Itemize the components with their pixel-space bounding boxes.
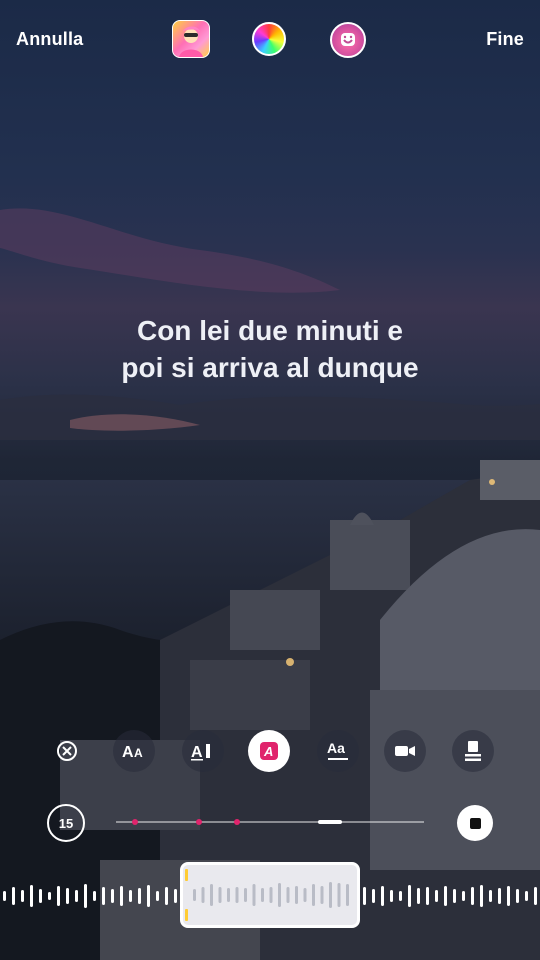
story-editor-screen: Annulla Fine Con lei due minuti e poi si… — [0, 0, 540, 960]
waveform-bar — [372, 889, 375, 903]
lyric-marker — [234, 819, 240, 825]
waveform-bar — [66, 888, 69, 904]
svg-text:A: A — [122, 744, 134, 761]
waveform-bar — [534, 887, 537, 905]
svg-text:Aa: Aa — [327, 740, 345, 756]
waveform-bar — [381, 886, 384, 906]
waveform-bar — [102, 887, 105, 905]
waveform-bar — [84, 884, 87, 908]
selection-waveform — [193, 882, 349, 908]
lyric-marker — [132, 819, 138, 825]
waveform-bar — [390, 890, 393, 902]
text-cursor-icon[interactable]: A — [182, 730, 224, 772]
waveform-bar — [138, 888, 141, 904]
waveform-bar — [30, 885, 33, 907]
waveform-bar — [129, 890, 132, 902]
waveform-bar — [235, 887, 239, 903]
waveform-bar — [57, 886, 60, 906]
waveform-bar — [444, 886, 447, 906]
waveform-bar — [3, 891, 6, 901]
waveform-bar — [269, 887, 273, 903]
album-cover-icon[interactable] — [172, 20, 210, 58]
waveform-bar — [111, 889, 114, 903]
done-button[interactable]: Fine — [486, 29, 524, 50]
waveform-bar — [12, 887, 15, 905]
layout-icon[interactable] — [452, 730, 494, 772]
waveform-bar — [165, 887, 168, 905]
waveform-bar — [227, 888, 230, 902]
lyrics-text[interactable]: Con lei due minuti e poi si arriva al du… — [0, 312, 540, 386]
waveform-bar — [120, 886, 123, 906]
text-style-icon[interactable]: Aa — [317, 730, 359, 772]
waveform-bar — [426, 887, 429, 905]
waveform-bar — [201, 887, 205, 903]
waveform-bar — [218, 887, 222, 903]
waveform-bar — [471, 887, 474, 905]
close-icon[interactable] — [46, 730, 88, 772]
waveform-bar — [516, 889, 519, 903]
waveform-bar — [147, 885, 150, 907]
waveform-bar — [399, 891, 402, 901]
waveform-bar — [261, 888, 264, 902]
waveform-bar — [156, 891, 159, 901]
svg-text:A: A — [191, 744, 203, 761]
waveform-bar — [507, 886, 510, 906]
text-color-icon[interactable]: A — [248, 730, 290, 772]
waveform-bar — [21, 890, 24, 902]
waveform-bar — [295, 886, 298, 904]
waveform-bar — [286, 887, 290, 903]
waveform-bar — [417, 888, 420, 904]
waveform-bar — [303, 888, 307, 902]
waveform-bar — [193, 889, 196, 901]
waveform-bar — [480, 885, 483, 907]
audio-selection-window[interactable] — [180, 862, 360, 928]
svg-text:A: A — [134, 746, 143, 760]
waveform-bar — [337, 883, 341, 907]
svg-text:A: A — [263, 744, 273, 759]
waveform-bar — [312, 884, 315, 906]
stop-button[interactable] — [457, 805, 493, 841]
waveform-bar — [525, 891, 528, 901]
waveform-bar — [453, 889, 456, 903]
lyric-line: poi si arriva al dunque — [121, 352, 419, 383]
waveform-bar — [252, 884, 256, 906]
camera-icon[interactable] — [384, 730, 426, 772]
waveform-bar — [498, 888, 501, 904]
timeline-playhead[interactable] — [318, 820, 342, 824]
waveform-bar — [489, 890, 492, 902]
smile-face-icon[interactable] — [330, 22, 366, 58]
lyric-marker — [196, 819, 202, 825]
waveform-bar — [346, 884, 349, 906]
waveform-bar — [462, 891, 465, 901]
stop-icon — [469, 817, 481, 829]
waveform-bar — [244, 888, 247, 902]
waveform-bar — [75, 890, 78, 902]
duration-button[interactable]: 15 — [47, 804, 85, 842]
waveform-bar — [408, 885, 411, 907]
waveform-bar — [93, 891, 96, 901]
waveform-bar — [363, 887, 366, 905]
font-size-icon[interactable]: A A — [113, 730, 155, 772]
lyric-line: Con lei due minuti e — [136, 315, 403, 346]
cancel-button[interactable]: Annulla — [16, 29, 83, 50]
waveform-bar — [174, 889, 177, 903]
waveform-bar — [48, 892, 51, 900]
timeline-track[interactable] — [116, 819, 424, 825]
waveform-bar — [210, 884, 213, 906]
waveform-bar — [435, 890, 438, 902]
waveform-bar — [329, 882, 332, 908]
waveform-bar — [320, 886, 324, 904]
waveform-bar — [278, 883, 281, 907]
waveform-bar — [39, 889, 42, 903]
color-wheel-icon[interactable] — [252, 22, 286, 56]
